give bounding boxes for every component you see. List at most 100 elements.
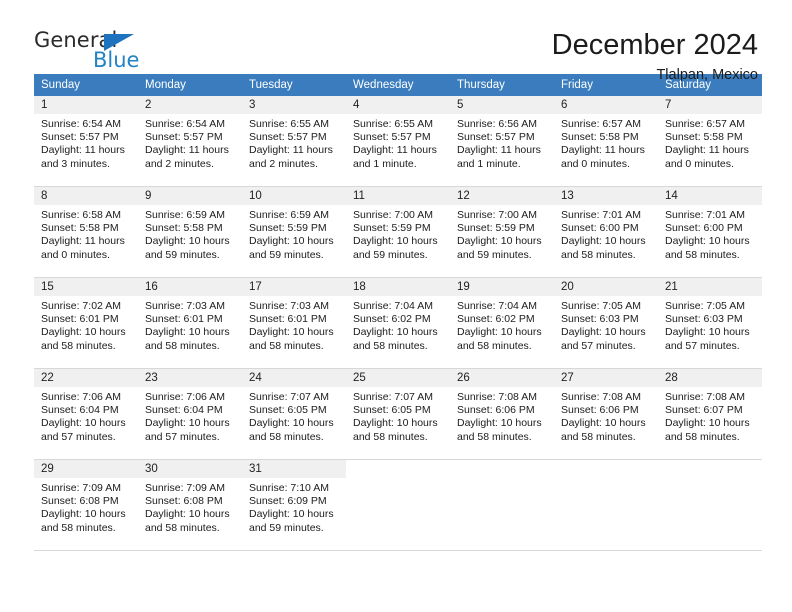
- sunset-text: Sunset: 6:01 PM: [145, 313, 223, 326]
- calendar-day-cell[interactable]: 12 Sunrise: 7:00 AM Sunset: 5:59 PM Dayligh…: [450, 187, 554, 277]
- calendar-day-cell[interactable]: 2 Sunrise: 6:54 AM Sunset: 5:57 PM Daylight…: [138, 96, 242, 186]
- sunset-text: Sunset: 6:07 PM: [665, 404, 743, 417]
- sunrise-text: Sunrise: 7:09 AM: [41, 482, 121, 494]
- daylight-text: Daylight: 10 hours and 58 minutes.: [249, 417, 334, 443]
- day-number: 11: [346, 187, 450, 205]
- sunset-text: Sunset: 6:02 PM: [457, 313, 535, 326]
- day-sun-info: Sunrise: 7:07 AM Sunset: 6:05 PM Daylight:…: [242, 387, 346, 444]
- daylight-text: Daylight: 10 hours and 57 minutes.: [41, 417, 126, 443]
- calendar-day-cell[interactable]: 17 Sunrise: 7:03 AM Sunset: 6:01 PM Dayligh…: [242, 278, 346, 368]
- calendar-day-cell[interactable]: 31 Sunrise: 7:10 AM Sunset: 6:09 PM Dayligh…: [242, 460, 346, 550]
- day-number: 1: [34, 96, 138, 114]
- calendar-day-cell[interactable]: 21 Sunrise: 7:05 AM Sunset: 6:03 PM Dayligh…: [658, 278, 762, 368]
- day-number: [658, 460, 762, 478]
- calendar-day-cell[interactable]: 1 Sunrise: 6:54 AM Sunset: 5:57 PM Daylight…: [34, 96, 138, 186]
- calendar-day-cell[interactable]: 6 Sunrise: 6:57 AM Sunset: 5:58 PM Daylight…: [554, 96, 658, 186]
- sunset-text: Sunset: 5:57 PM: [249, 131, 327, 144]
- sunrise-text: Sunrise: 7:04 AM: [457, 300, 537, 312]
- calendar-day-cell[interactable]: 11 Sunrise: 7:00 AM Sunset: 5:59 PM Dayligh…: [346, 187, 450, 277]
- calendar-day-cell[interactable]: 15 Sunrise: 7:02 AM Sunset: 6:01 PM Dayligh…: [34, 278, 138, 368]
- daylight-text: Daylight: 11 hours and 0 minutes.: [665, 144, 749, 170]
- calendar-day-cell[interactable]: 4 Sunrise: 6:55 AM Sunset: 5:57 PM Daylight…: [346, 96, 450, 186]
- logo-text-blue: Blue: [93, 48, 140, 72]
- calendar-body: 1 Sunrise: 6:54 AM Sunset: 5:57 PM Daylight…: [34, 96, 762, 551]
- day-number: [450, 460, 554, 478]
- day-sun-info: Sunrise: 7:00 AM Sunset: 5:59 PM Daylight:…: [450, 205, 554, 262]
- day-number: 15: [34, 278, 138, 296]
- daylight-text: Daylight: 10 hours and 58 minutes.: [561, 417, 646, 443]
- calendar-day-cell[interactable]: 14 Sunrise: 7:01 AM Sunset: 6:00 PM Dayligh…: [658, 187, 762, 277]
- calendar-day-cell[interactable]: 5 Sunrise: 6:56 AM Sunset: 5:57 PM Daylight…: [450, 96, 554, 186]
- calendar-week-row: 15 Sunrise: 7:02 AM Sunset: 6:01 PM Dayligh…: [34, 278, 762, 369]
- sunset-text: Sunset: 5:57 PM: [353, 131, 431, 144]
- sunrise-text: Sunrise: 7:07 AM: [353, 391, 433, 403]
- calendar-day-cell[interactable]: 26 Sunrise: 7:08 AM Sunset: 6:06 PM Dayligh…: [450, 369, 554, 459]
- day-sun-info: Sunrise: 7:09 AM Sunset: 6:08 PM Daylight:…: [138, 478, 242, 535]
- sunrise-text: Sunrise: 6:56 AM: [457, 118, 537, 130]
- day-sun-info: Sunrise: 7:01 AM Sunset: 6:00 PM Daylight:…: [554, 205, 658, 262]
- calendar-day-cell[interactable]: 20 Sunrise: 7:05 AM Sunset: 6:03 PM Dayligh…: [554, 278, 658, 368]
- day-number: 8: [34, 187, 138, 205]
- calendar-week-row: 22 Sunrise: 7:06 AM Sunset: 6:04 PM Dayligh…: [34, 369, 762, 460]
- sunset-text: Sunset: 6:04 PM: [41, 404, 119, 417]
- calendar-day-cell[interactable]: 23 Sunrise: 7:06 AM Sunset: 6:04 PM Dayligh…: [138, 369, 242, 459]
- calendar-day-cell[interactable]: 28 Sunrise: 7:08 AM Sunset: 6:07 PM Dayligh…: [658, 369, 762, 459]
- daylight-text: Daylight: 10 hours and 58 minutes.: [41, 326, 126, 352]
- day-number: 6: [554, 96, 658, 114]
- daylight-text: Daylight: 11 hours and 0 minutes.: [41, 235, 125, 261]
- sunset-text: Sunset: 6:01 PM: [249, 313, 327, 326]
- day-sun-info: Sunrise: 6:57 AM Sunset: 5:58 PM Daylight:…: [554, 114, 658, 171]
- day-sun-info: Sunrise: 6:55 AM Sunset: 5:57 PM Daylight:…: [242, 114, 346, 171]
- sunset-text: Sunset: 5:58 PM: [41, 222, 119, 235]
- daylight-text: Daylight: 11 hours and 2 minutes.: [145, 144, 229, 170]
- day-number: 7: [658, 96, 762, 114]
- day-number: 9: [138, 187, 242, 205]
- sunrise-text: Sunrise: 7:01 AM: [665, 209, 745, 221]
- day-number: 12: [450, 187, 554, 205]
- daylight-text: Daylight: 10 hours and 58 minutes.: [249, 326, 334, 352]
- page-title: December 2024: [551, 29, 758, 61]
- calendar-day-cell[interactable]: 27 Sunrise: 7:08 AM Sunset: 6:06 PM Dayligh…: [554, 369, 658, 459]
- sunrise-text: Sunrise: 6:55 AM: [249, 118, 329, 130]
- calendar-day-cell[interactable]: 30 Sunrise: 7:09 AM Sunset: 6:08 PM Dayligh…: [138, 460, 242, 550]
- sunset-text: Sunset: 6:06 PM: [457, 404, 535, 417]
- sunset-text: Sunset: 6:03 PM: [561, 313, 639, 326]
- general-blue-logo[interactable]: General Blue: [34, 30, 164, 76]
- calendar-day-cell[interactable]: 8 Sunrise: 6:58 AM Sunset: 5:58 PM Daylight…: [34, 187, 138, 277]
- day-sun-info: Sunrise: 6:54 AM Sunset: 5:57 PM Daylight:…: [34, 114, 138, 171]
- calendar-day-cell[interactable]: 29 Sunrise: 7:09 AM Sunset: 6:08 PM Dayligh…: [34, 460, 138, 550]
- sunrise-text: Sunrise: 7:08 AM: [561, 391, 641, 403]
- calendar-day-cell[interactable]: 22 Sunrise: 7:06 AM Sunset: 6:04 PM Dayligh…: [34, 369, 138, 459]
- day-sun-info: Sunrise: 7:04 AM Sunset: 6:02 PM Daylight:…: [450, 296, 554, 353]
- calendar-week-row: 1 Sunrise: 6:54 AM Sunset: 5:57 PM Daylight…: [34, 96, 762, 187]
- calendar-day-cell[interactable]: 24 Sunrise: 7:07 AM Sunset: 6:05 PM Dayligh…: [242, 369, 346, 459]
- sunset-text: Sunset: 6:06 PM: [561, 404, 639, 417]
- daylight-text: Daylight: 10 hours and 57 minutes.: [665, 326, 750, 352]
- calendar-day-cell[interactable]: 19 Sunrise: 7:04 AM Sunset: 6:02 PM Dayligh…: [450, 278, 554, 368]
- calendar-day-cell[interactable]: 10 Sunrise: 6:59 AM Sunset: 5:59 PM Dayligh…: [242, 187, 346, 277]
- calendar-day-cell[interactable]: 25 Sunrise: 7:07 AM Sunset: 6:05 PM Dayligh…: [346, 369, 450, 459]
- day-sun-info: Sunrise: 7:08 AM Sunset: 6:06 PM Daylight:…: [450, 387, 554, 444]
- calendar-day-cell[interactable]: 9 Sunrise: 6:59 AM Sunset: 5:58 PM Daylight…: [138, 187, 242, 277]
- calendar-day-cell[interactable]: 18 Sunrise: 7:04 AM Sunset: 6:02 PM Dayligh…: [346, 278, 450, 368]
- calendar-day-cell[interactable]: 3 Sunrise: 6:55 AM Sunset: 5:57 PM Daylight…: [242, 96, 346, 186]
- calendar-day-cell[interactable]: 13 Sunrise: 7:01 AM Sunset: 6:00 PM Dayligh…: [554, 187, 658, 277]
- day-sun-info: Sunrise: 7:05 AM Sunset: 6:03 PM Daylight:…: [554, 296, 658, 353]
- daylight-text: Daylight: 11 hours and 3 minutes.: [41, 144, 125, 170]
- day-number: 29: [34, 460, 138, 478]
- day-sun-info: Sunrise: 7:06 AM Sunset: 6:04 PM Daylight:…: [138, 387, 242, 444]
- calendar-empty-cell: [450, 460, 554, 550]
- calendar-day-cell[interactable]: 7 Sunrise: 6:57 AM Sunset: 5:58 PM Daylight…: [658, 96, 762, 186]
- day-number: 24: [242, 369, 346, 387]
- daylight-text: Daylight: 10 hours and 59 minutes.: [249, 508, 334, 534]
- sunrise-text: Sunrise: 6:59 AM: [249, 209, 329, 221]
- calendar-day-cell[interactable]: 16 Sunrise: 7:03 AM Sunset: 6:01 PM Dayligh…: [138, 278, 242, 368]
- day-sun-info: Sunrise: 7:08 AM Sunset: 6:07 PM Daylight:…: [658, 387, 762, 444]
- sunrise-text: Sunrise: 7:00 AM: [353, 209, 433, 221]
- sunrise-text: Sunrise: 7:05 AM: [561, 300, 641, 312]
- sunset-text: Sunset: 5:59 PM: [353, 222, 431, 235]
- day-sun-info: Sunrise: 7:10 AM Sunset: 6:09 PM Daylight:…: [242, 478, 346, 535]
- sunset-text: Sunset: 5:59 PM: [457, 222, 535, 235]
- daylight-text: Daylight: 10 hours and 57 minutes.: [561, 326, 646, 352]
- sunrise-text: Sunrise: 7:03 AM: [249, 300, 329, 312]
